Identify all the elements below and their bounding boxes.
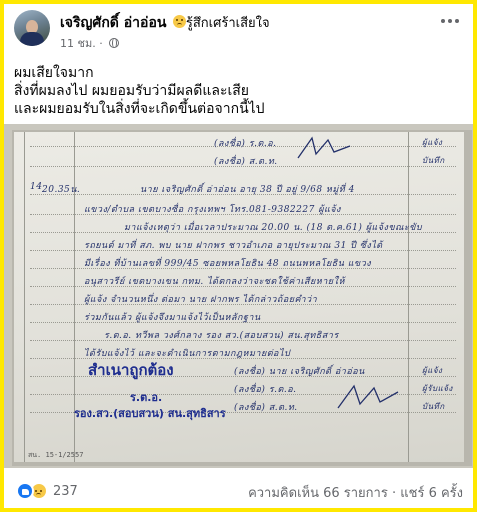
stamp-position: รอง.สว.(สอบสวน) สน.สุทธิสาร [74,407,226,420]
author-avatar[interactable] [14,10,50,46]
report-line: ผู้แจ้ง จำนวนหนึ่ง ต่อมา นาย ฝากพร ได้กล… [84,295,318,305]
sign-label: ผู้แจ้ง [422,366,443,375]
post-text: ผมเสียใจมาก สิ่งที่ผมลงไป ผมยอมรับว่ามีผ… [14,64,464,118]
sign-line: (ลงชื่อ) นาย เจริญศักดิ์ อ่าอ่อน [234,367,365,377]
reactions-summary[interactable]: 237 [16,482,78,500]
signature-scribble [337,384,399,409]
sign-line: (ลงชื่อ) ร.ต.อ. [234,385,297,395]
shares-count[interactable]: แชร์ 6 ครั้ง [400,486,463,501]
report-line: ร่วมกันแล้ว ผู้แจ้งจึงมาแจ้งไว้เป็นหลักฐ… [84,313,261,323]
author-name[interactable]: เจริญศักดิ์ อ่าอ่อน [60,15,166,31]
post-text-line: สิ่งที่ผมลงไป ผมยอมรับว่ามีผลดีและเสีย [14,83,249,99]
report-line: นาย เจริญศักดิ์ อ่าอ่อน อายุ 38 ปี อยู่ … [140,185,355,195]
side-label: บันทึก [422,156,445,165]
dot-icon [455,19,459,23]
report-line: ร.ต.อ. ทวีพล วงศ์กลาง รอง สว.(สอบสวน) สน… [104,331,339,341]
sad-face-icon [172,15,186,28]
sign-label: ผู้รับแจ้ง [422,384,453,393]
more-options-button[interactable] [439,14,461,28]
avatar-body [20,32,44,46]
doc-header-line: (ลงชื่อ) ส.ต.ท. [214,157,278,167]
dot-icon [441,19,445,23]
counts-separator: · [391,486,397,501]
post-header: เจริญศักดิ์ อ่าอ่อน รู้สึกเศร้าเสียใจ 11… [4,4,473,54]
post-text-line: และผมยอมรับในสิ่งที่จะเกิดขึ้นต่อจากนี้ไ… [14,101,265,117]
sign-line: (ลงชื่อ) ส.ต.ท. [234,403,298,413]
report-line: มาแจ้งเหตุว่า เมื่อเวลาประมาณ 20.00 น. (… [124,223,423,233]
reaction-count: 237 [53,483,78,499]
post-text-line: ผมเสียใจมาก [14,65,94,81]
post-meta: 11 ชม. · [60,34,120,52]
meta-separator: · [99,37,103,50]
entry-number: 14 [30,182,43,192]
like-icon [16,482,34,500]
comments-count[interactable]: ความคิดเห็น 66 รายการ [248,486,388,501]
facebook-post: เจริญศักดิ์ อ่าอ่อน รู้สึกเศร้าเสียใจ 11… [4,4,473,508]
report-line: มีเรื่อง ที่บ้านเลขที่ 999/45 ซอยพหลโยธิ… [84,259,372,269]
author-line: เจริญศักดิ์ อ่าอ่อน รู้สึกเศร้าเสียใจ [60,12,270,34]
post-photo[interactable]: (ลงชื่อ) ร.ต.อ. (ลงชื่อ) ส.ต.ท. ผู้แจ้ง … [4,124,473,468]
report-line: รถยนต์ มาที่ สภ. พบ นาย ฝากพร ชาวอำเภอ อ… [84,241,383,251]
entry-time: 20.35น. [42,185,81,195]
form-code: สน. 15-1/2557 [28,451,84,459]
post-footer: 237 ความคิดเห็น 66 รายการ · แชร์ 6 ครั้ง [4,468,473,508]
dot-icon [448,19,452,23]
doc-header-line: (ลงชื่อ) ร.ต.อ. [214,139,277,149]
signature-scribble [297,136,351,159]
feeling-label[interactable]: รู้สึกเศร้าเสียใจ [186,16,270,31]
globe-icon[interactable] [109,38,120,48]
report-line: อนุสาวรีย์ เขตบางเขน กทม. ได้ตกลงว่าจะชด… [84,277,345,287]
side-label: ผู้แจ้ง [422,138,443,147]
engagement-counts: ความคิดเห็น 66 รายการ · แชร์ 6 ครั้ง [248,482,463,503]
post-timestamp[interactable]: 11 ชม. [60,37,96,50]
stamp-certified-copy: สำเนาถูกต้อง [88,361,174,379]
sign-label: บันทึก [422,402,445,411]
police-report-document: (ลงชื่อ) ร.ต.อ. (ลงชื่อ) ส.ต.ท. ผู้แจ้ง … [14,132,464,462]
report-line: แขวง/ตำบล เขตบางซื่อ กรุงเทพฯ โทร.081-93… [84,205,341,215]
